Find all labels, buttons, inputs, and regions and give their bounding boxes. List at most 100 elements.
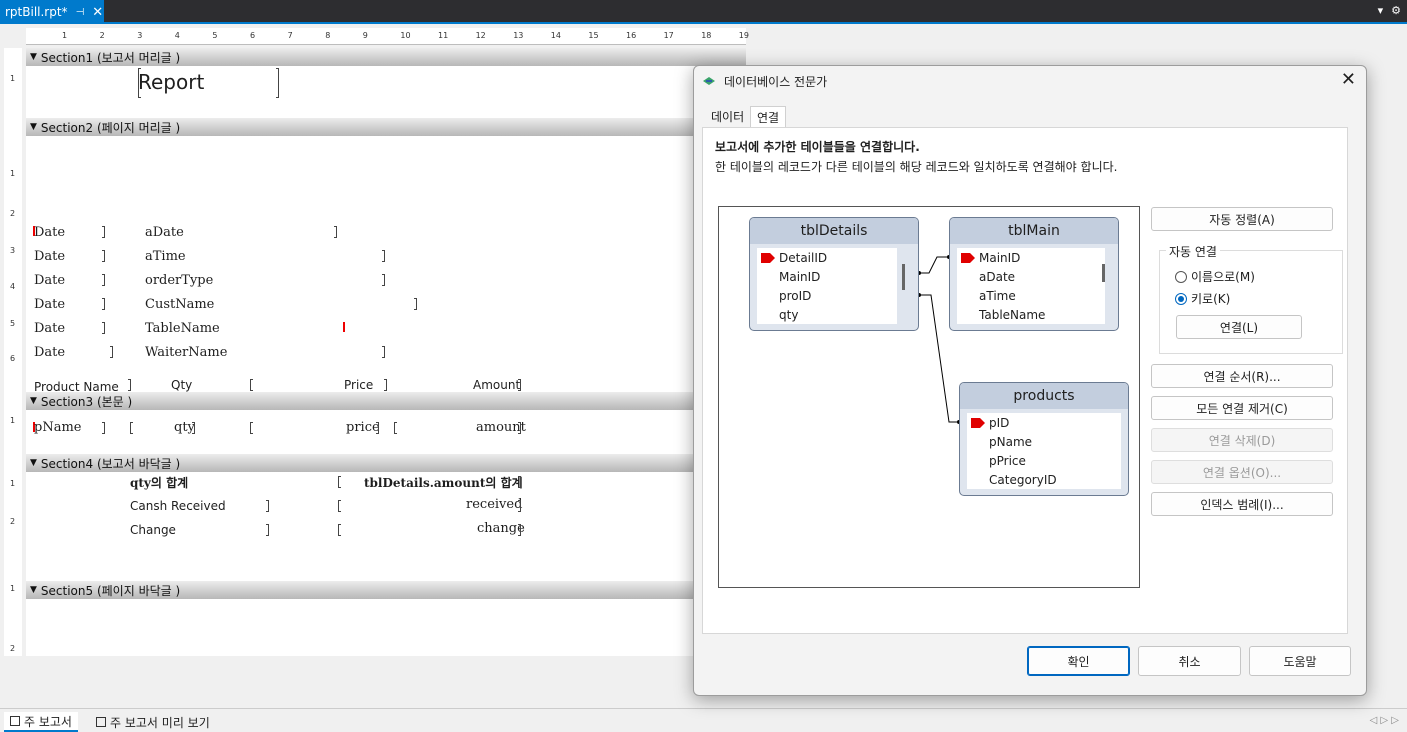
ruler-number: 7: [287, 31, 293, 40]
column-header-amount[interactable]: Amount: [473, 378, 520, 392]
field-bracket: [338, 500, 341, 512]
ruler-number: 1: [10, 416, 16, 425]
field-bracket: [382, 274, 385, 286]
field-name: pPrice: [989, 453, 1026, 468]
table-products[interactable]: products pID pName pPrice CategoryID: [959, 382, 1129, 496]
ruler-number: 2: [99, 31, 105, 40]
tab-links[interactable]: 연결: [750, 106, 787, 128]
tab-main-report-label: 주 보고서: [24, 714, 72, 729]
field-name: pID: [989, 415, 1010, 430]
detail-field-price[interactable]: price: [346, 420, 380, 435]
radio-by-key-label: 키로(K): [1191, 292, 1231, 306]
header-label-5[interactable]: Date: [34, 321, 65, 336]
tab-main-report[interactable]: 주 보고서: [4, 712, 78, 732]
ruler-number: 1: [10, 74, 16, 83]
list-item[interactable]: pID: [967, 413, 1121, 432]
ruler-number: 10: [400, 31, 411, 40]
help-button[interactable]: 도움말: [1249, 646, 1351, 676]
ruler-number: 1: [10, 479, 16, 488]
scrollbar[interactable]: [902, 264, 905, 290]
gear-icon[interactable]: ⚙: [1391, 4, 1401, 17]
list-item[interactable]: CategoryID: [967, 470, 1121, 489]
scroll-arrows-icon[interactable]: ◁ ▷ ▷: [1370, 715, 1399, 726]
header-label-1[interactable]: Date: [34, 225, 65, 240]
report-canvas: ▼ Section1 (보고서 머리글 ) Report ▼ Section2 …: [26, 48, 746, 656]
field-name: aTime: [979, 288, 1016, 303]
link-order-button[interactable]: 연결 순서(R)...: [1151, 364, 1333, 388]
footer-qty-sum[interactable]: qty의 합계: [130, 474, 188, 491]
header-field-tablename[interactable]: TableName: [145, 321, 220, 336]
header-field-custname[interactable]: CustName: [145, 297, 214, 312]
detail-field-pname[interactable]: pName: [34, 420, 81, 435]
report-title[interactable]: Report: [138, 70, 204, 94]
list-item[interactable]: MainID: [757, 267, 897, 286]
document-tab-bar: rptBill.rpt* ⊣ ✕ ▾ ⚙: [0, 0, 1407, 24]
dialog-title: 데이터베이스 전문가: [724, 75, 828, 89]
footer-cash-field[interactable]: received: [466, 497, 522, 512]
link-options-button[interactable]: 연결 옵션(O)...: [1151, 460, 1333, 484]
footer-amount-sum[interactable]: tblDetails.amount의 합계: [364, 474, 523, 491]
footer-cash-label[interactable]: Cansh Received: [130, 499, 226, 513]
list-item[interactable]: aTime: [957, 286, 1105, 305]
header-field-ordertype[interactable]: orderType: [145, 273, 213, 288]
section5-header[interactable]: ▼ Section5 (페이지 바닥글 ): [26, 581, 746, 599]
field-bracket: [128, 379, 131, 391]
scrollbar[interactable]: [1102, 264, 1105, 282]
cancel-button[interactable]: 취소: [1138, 646, 1241, 676]
section1-header[interactable]: ▼ Section1 (보고서 머리글 ): [26, 48, 746, 66]
section3-header[interactable]: ▼ Section3 (본문 ): [26, 392, 746, 410]
link-button[interactable]: 연결(L): [1176, 315, 1302, 339]
field-bracket: [102, 422, 105, 434]
list-item[interactable]: MainID: [957, 248, 1105, 267]
header-field-atime[interactable]: aTime: [145, 249, 186, 264]
ruler-number: 2: [10, 644, 16, 653]
collapse-icon[interactable]: ▼: [30, 52, 37, 62]
table-tbldetails[interactable]: tblDetails DetailID MainID proID qty: [749, 217, 919, 331]
delete-link-button[interactable]: 연결 삭제(D): [1151, 428, 1333, 452]
radio-circle: [1175, 270, 1187, 283]
radio-by-name[interactable]: 이름으로(M): [1175, 268, 1255, 285]
document-tab-rptbill[interactable]: rptBill.rpt* ⊣ ✕: [0, 0, 104, 24]
header-label-2[interactable]: Date: [34, 249, 65, 264]
tab-data[interactable]: 데이터: [705, 106, 750, 127]
collapse-icon[interactable]: ▼: [30, 585, 37, 595]
tab-main-report-preview[interactable]: 주 보고서 미리 보기: [90, 712, 216, 732]
header-label-3[interactable]: Date: [34, 273, 65, 288]
header-field-waitername[interactable]: WaiterName: [145, 345, 227, 360]
ok-button[interactable]: 확인: [1027, 646, 1130, 676]
list-item[interactable]: aDate: [957, 267, 1105, 286]
collapse-icon[interactable]: ▼: [30, 458, 37, 468]
section2-header[interactable]: ▼ Section2 (페이지 머리글 ): [26, 118, 746, 136]
header-field-adate[interactable]: aDate: [145, 225, 184, 240]
table-tblmain[interactable]: tblMain MainID aDate aTime TableName: [949, 217, 1119, 331]
index-legend-button[interactable]: 인덱스 범례(I)...: [1151, 492, 1333, 516]
footer-change-label[interactable]: Change: [130, 523, 176, 537]
link-diagram[interactable]: tblDetails DetailID MainID proID qty tbl…: [718, 206, 1140, 588]
header-label-6[interactable]: Date: [34, 345, 65, 360]
close-icon[interactable]: ✕: [1341, 69, 1356, 90]
auto-arrange-button[interactable]: 자동 정렬(A): [1151, 207, 1333, 231]
pin-icon[interactable]: ⊣: [76, 7, 85, 18]
field-bracket: [384, 379, 387, 391]
ruler-number: 5: [212, 31, 218, 40]
list-item[interactable]: qty: [757, 305, 897, 324]
list-item[interactable]: proID: [757, 286, 897, 305]
list-item[interactable]: TableName: [957, 305, 1105, 324]
key-icon: [971, 418, 985, 428]
list-item[interactable]: pPrice: [967, 451, 1121, 470]
ruler-number: 1: [10, 169, 16, 178]
list-item[interactable]: DetailID: [757, 248, 897, 267]
list-item[interactable]: pName: [967, 432, 1121, 451]
section4-header[interactable]: ▼ Section4 (보고서 바닥글 ): [26, 454, 746, 472]
ruler-number: 13: [513, 31, 524, 40]
clear-links-button[interactable]: 모든 연결 제거(C): [1151, 396, 1333, 420]
section1-title: Section1 (보고서 머리글 ): [40, 50, 181, 65]
collapse-icon[interactable]: ▼: [30, 396, 37, 406]
collapse-icon[interactable]: ▼: [30, 122, 37, 132]
dropdown-icon[interactable]: ▾: [1378, 4, 1384, 17]
header-label-4[interactable]: Date: [34, 297, 65, 312]
radio-by-key[interactable]: 키로(K): [1175, 290, 1230, 307]
column-header-price[interactable]: Price: [344, 378, 373, 392]
column-header-qty[interactable]: Qty: [171, 378, 192, 392]
close-icon[interactable]: ✕: [92, 5, 103, 20]
